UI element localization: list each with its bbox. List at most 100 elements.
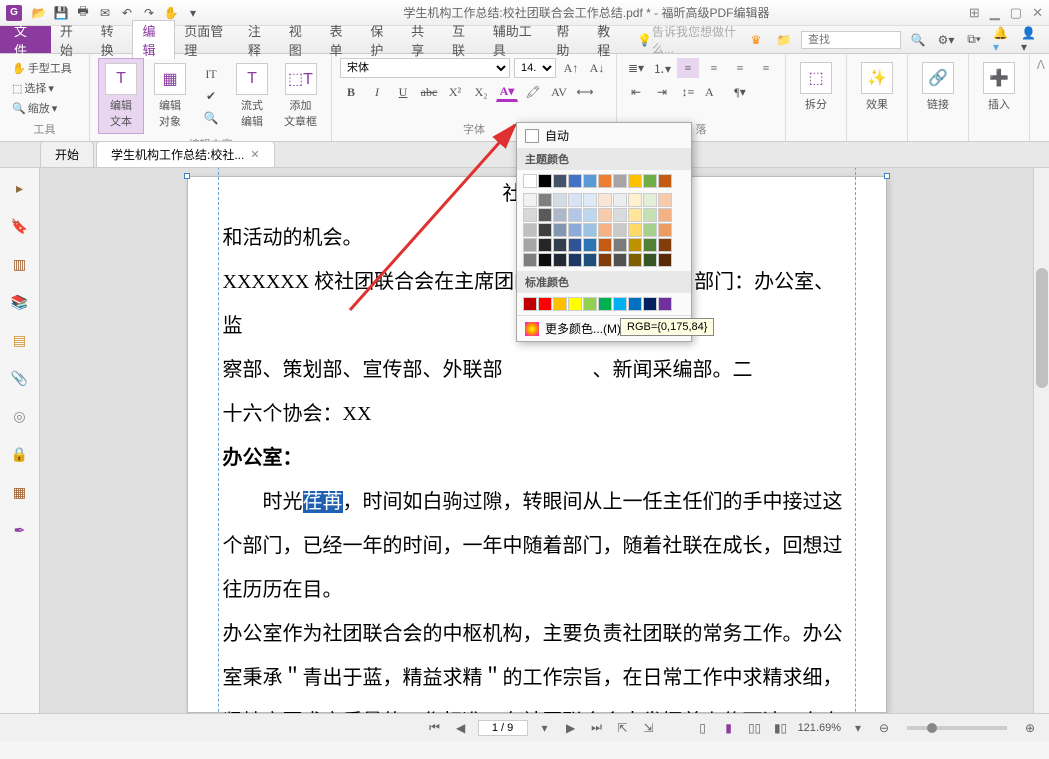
color-swatch[interactable] — [613, 223, 627, 237]
next-page-icon[interactable]: ▶ — [562, 719, 580, 737]
find-icon[interactable]: 🔍 — [200, 108, 222, 128]
color-swatch[interactable] — [553, 297, 567, 311]
auto-color-row[interactable]: 自动 — [517, 123, 691, 148]
print-icon[interactable]: 🖶 — [74, 4, 92, 22]
color-swatch[interactable] — [658, 193, 672, 207]
color-swatch[interactable] — [538, 193, 552, 207]
color-swatch[interactable] — [553, 174, 567, 188]
color-swatch[interactable] — [598, 253, 612, 267]
spell-icon[interactable]: ✔ — [200, 86, 222, 106]
undo-icon[interactable]: ↶ — [118, 4, 136, 22]
color-swatch[interactable] — [583, 223, 597, 237]
bell-icon[interactable]: 🔔▾ — [993, 31, 1011, 49]
color-swatch[interactable] — [553, 253, 567, 267]
color-swatch[interactable] — [568, 193, 582, 207]
tab-start[interactable]: 开始 — [40, 141, 94, 167]
menu-page[interactable]: 页面管理 — [175, 21, 239, 59]
user-icon[interactable]: 👤▾ — [1021, 31, 1039, 49]
color-swatch[interactable] — [538, 238, 552, 252]
search-input[interactable] — [801, 31, 901, 49]
lock-icon[interactable]: 🔒 — [10, 444, 30, 464]
hand-tool[interactable]: ✋ 手型工具 — [8, 58, 81, 78]
scroll-thumb[interactable] — [1036, 268, 1048, 388]
edit-text-button[interactable]: T编辑 文本 — [98, 58, 144, 134]
minimize-icon[interactable]: ▁ — [990, 5, 1000, 21]
font-name-select[interactable]: 宋体 — [340, 58, 510, 78]
color-swatch[interactable] — [538, 223, 552, 237]
color-swatch[interactable] — [583, 297, 597, 311]
highlight-button[interactable]: 🖍 — [522, 82, 544, 102]
color-swatch[interactable] — [628, 238, 642, 252]
menu-view[interactable]: 视图 — [280, 21, 321, 59]
menu-share[interactable]: 共享 — [402, 21, 443, 59]
color-swatch[interactable] — [628, 208, 642, 222]
color-swatch[interactable] — [523, 297, 537, 311]
color-swatch[interactable] — [523, 208, 537, 222]
color-swatch[interactable] — [628, 297, 642, 311]
zoom-dropdown-icon[interactable]: ▾ — [849, 719, 867, 737]
view-cover-icon[interactable]: ▮▯ — [772, 719, 790, 737]
color-swatch[interactable] — [613, 253, 627, 267]
color-swatch[interactable] — [658, 253, 672, 267]
color-swatch[interactable] — [643, 238, 657, 252]
color-swatch[interactable] — [598, 223, 612, 237]
maximize-icon[interactable]: ▢ — [1010, 5, 1022, 21]
color-swatch[interactable] — [523, 223, 537, 237]
color-swatch[interactable] — [583, 238, 597, 252]
tab-close-icon[interactable]: ✕ — [250, 148, 259, 161]
color-swatch[interactable] — [613, 297, 627, 311]
color-swatch[interactable] — [598, 238, 612, 252]
view-continuous-icon[interactable]: ▮ — [720, 719, 738, 737]
text-tool-icon[interactable]: IT — [200, 64, 222, 84]
color-swatch[interactable] — [583, 208, 597, 222]
color-swatch[interactable] — [538, 253, 552, 267]
email-icon[interactable]: ✉ — [96, 4, 114, 22]
color-swatch[interactable] — [568, 174, 582, 188]
char-spacing-button[interactable]: AV — [548, 82, 570, 102]
menu-comment[interactable]: 注释 — [239, 21, 280, 59]
collapse-ribbon-icon[interactable]: ᐱ — [1033, 54, 1049, 141]
spacing-button[interactable]: A⃞ — [703, 82, 725, 102]
color-swatch[interactable] — [628, 253, 642, 267]
color-swatch[interactable] — [538, 297, 552, 311]
folder-icon[interactable]: 📁 — [775, 31, 793, 49]
grow-font-icon[interactable]: A↑ — [560, 58, 582, 78]
zoom-slider[interactable] — [907, 726, 1007, 730]
color-swatch[interactable] — [523, 238, 537, 252]
color-swatch[interactable] — [598, 174, 612, 188]
menu-file[interactable]: 文件 — [0, 26, 51, 53]
color-swatch[interactable] — [568, 253, 582, 267]
resize-handle[interactable] — [884, 173, 890, 179]
link-button[interactable]: 🔗链接 — [916, 58, 960, 116]
form-icon[interactable]: ▦ — [10, 482, 30, 502]
zoom-slider-thumb[interactable] — [927, 723, 937, 733]
color-swatch[interactable] — [643, 193, 657, 207]
menu-form[interactable]: 表单 — [321, 21, 362, 59]
align-center-button[interactable]: ≡ — [703, 58, 725, 78]
color-swatch[interactable] — [538, 174, 552, 188]
justify-button[interactable]: ≡ — [755, 58, 777, 78]
color-swatch[interactable] — [583, 193, 597, 207]
crown-icon[interactable]: ♛ — [747, 31, 765, 49]
attachment-icon[interactable]: 📎 — [10, 368, 30, 388]
split-button[interactable]: ⬚拆分 — [794, 58, 838, 116]
color-swatch[interactable] — [583, 253, 597, 267]
menu-help[interactable]: 帮助 — [547, 21, 588, 59]
first-page-icon[interactable]: ⏮ — [426, 719, 444, 737]
pages-icon[interactable]: ▥ — [10, 254, 30, 274]
color-swatch[interactable] — [598, 208, 612, 222]
menu-protect[interactable]: 保护 — [361, 21, 402, 59]
color-swatch[interactable] — [568, 238, 582, 252]
open-icon[interactable]: 📂 — [30, 4, 48, 22]
dropdown-icon[interactable]: ▾ — [184, 4, 202, 22]
tell-me-hint[interactable]: 告诉我您想做什么... — [652, 23, 745, 57]
bullets-button[interactable]: ≣▾ — [625, 58, 647, 78]
expand-icon[interactable]: ▸ — [10, 178, 30, 198]
view-single-icon[interactable]: ▯ — [694, 719, 712, 737]
color-swatch[interactable] — [613, 208, 627, 222]
color-swatch[interactable] — [658, 208, 672, 222]
save-icon[interactable]: 💾 — [52, 4, 70, 22]
bold-button[interactable]: B — [340, 82, 362, 102]
superscript-button[interactable]: X² — [444, 82, 466, 102]
app-grid-icon[interactable]: ⊞ — [969, 5, 980, 21]
